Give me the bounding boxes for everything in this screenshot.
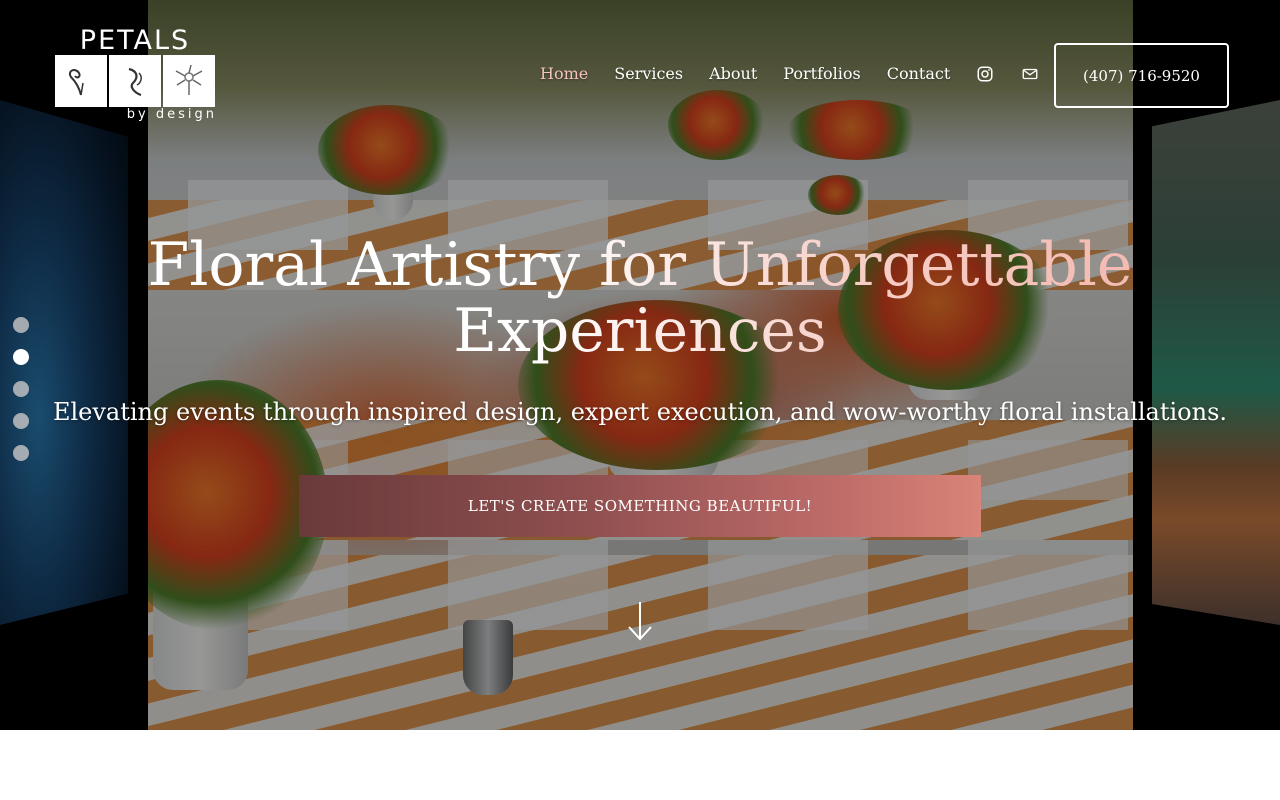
scroll-down-arrow-icon[interactable] (626, 600, 654, 642)
logo-emblem (55, 55, 215, 107)
site-logo[interactable]: PETALS by design (55, 25, 217, 123)
cta-button[interactable]: LET'S CREATE SOMETHING BEAUTIFUL! (299, 475, 981, 537)
slide-dot-2[interactable] (13, 349, 29, 365)
logo-tagline: by design (126, 107, 217, 122)
hero-headline: Floral Artistry for Unforgettable Experi… (100, 232, 1180, 364)
slide-dot-1[interactable] (13, 317, 29, 333)
logo-wordmark: PETALS (79, 25, 191, 56)
main-nav: Home Services About Portfolios Contact (540, 62, 1066, 86)
mail-icon[interactable] (1021, 65, 1039, 83)
page: PETALS by design Home Services About Por… (0, 0, 1280, 800)
hero-subheadline: Elevating events through inspired design… (52, 398, 1228, 426)
nav-item-contact[interactable]: Contact (887, 62, 951, 86)
slide-dot-4[interactable] (13, 413, 29, 429)
nav-item-services[interactable]: Services (614, 62, 683, 86)
slide-dot-5[interactable] (13, 445, 29, 461)
next-slide-preview[interactable] (1132, 0, 1280, 730)
phone-button[interactable]: (407) 716-9520 (1054, 43, 1229, 108)
slide-dot-3[interactable] (13, 381, 29, 397)
slide-indicators (13, 317, 29, 461)
nav-item-portfolios[interactable]: Portfolios (783, 62, 860, 86)
nav-item-home[interactable]: Home (540, 62, 588, 86)
nav-item-about[interactable]: About (709, 62, 757, 86)
instagram-icon[interactable] (976, 65, 994, 83)
